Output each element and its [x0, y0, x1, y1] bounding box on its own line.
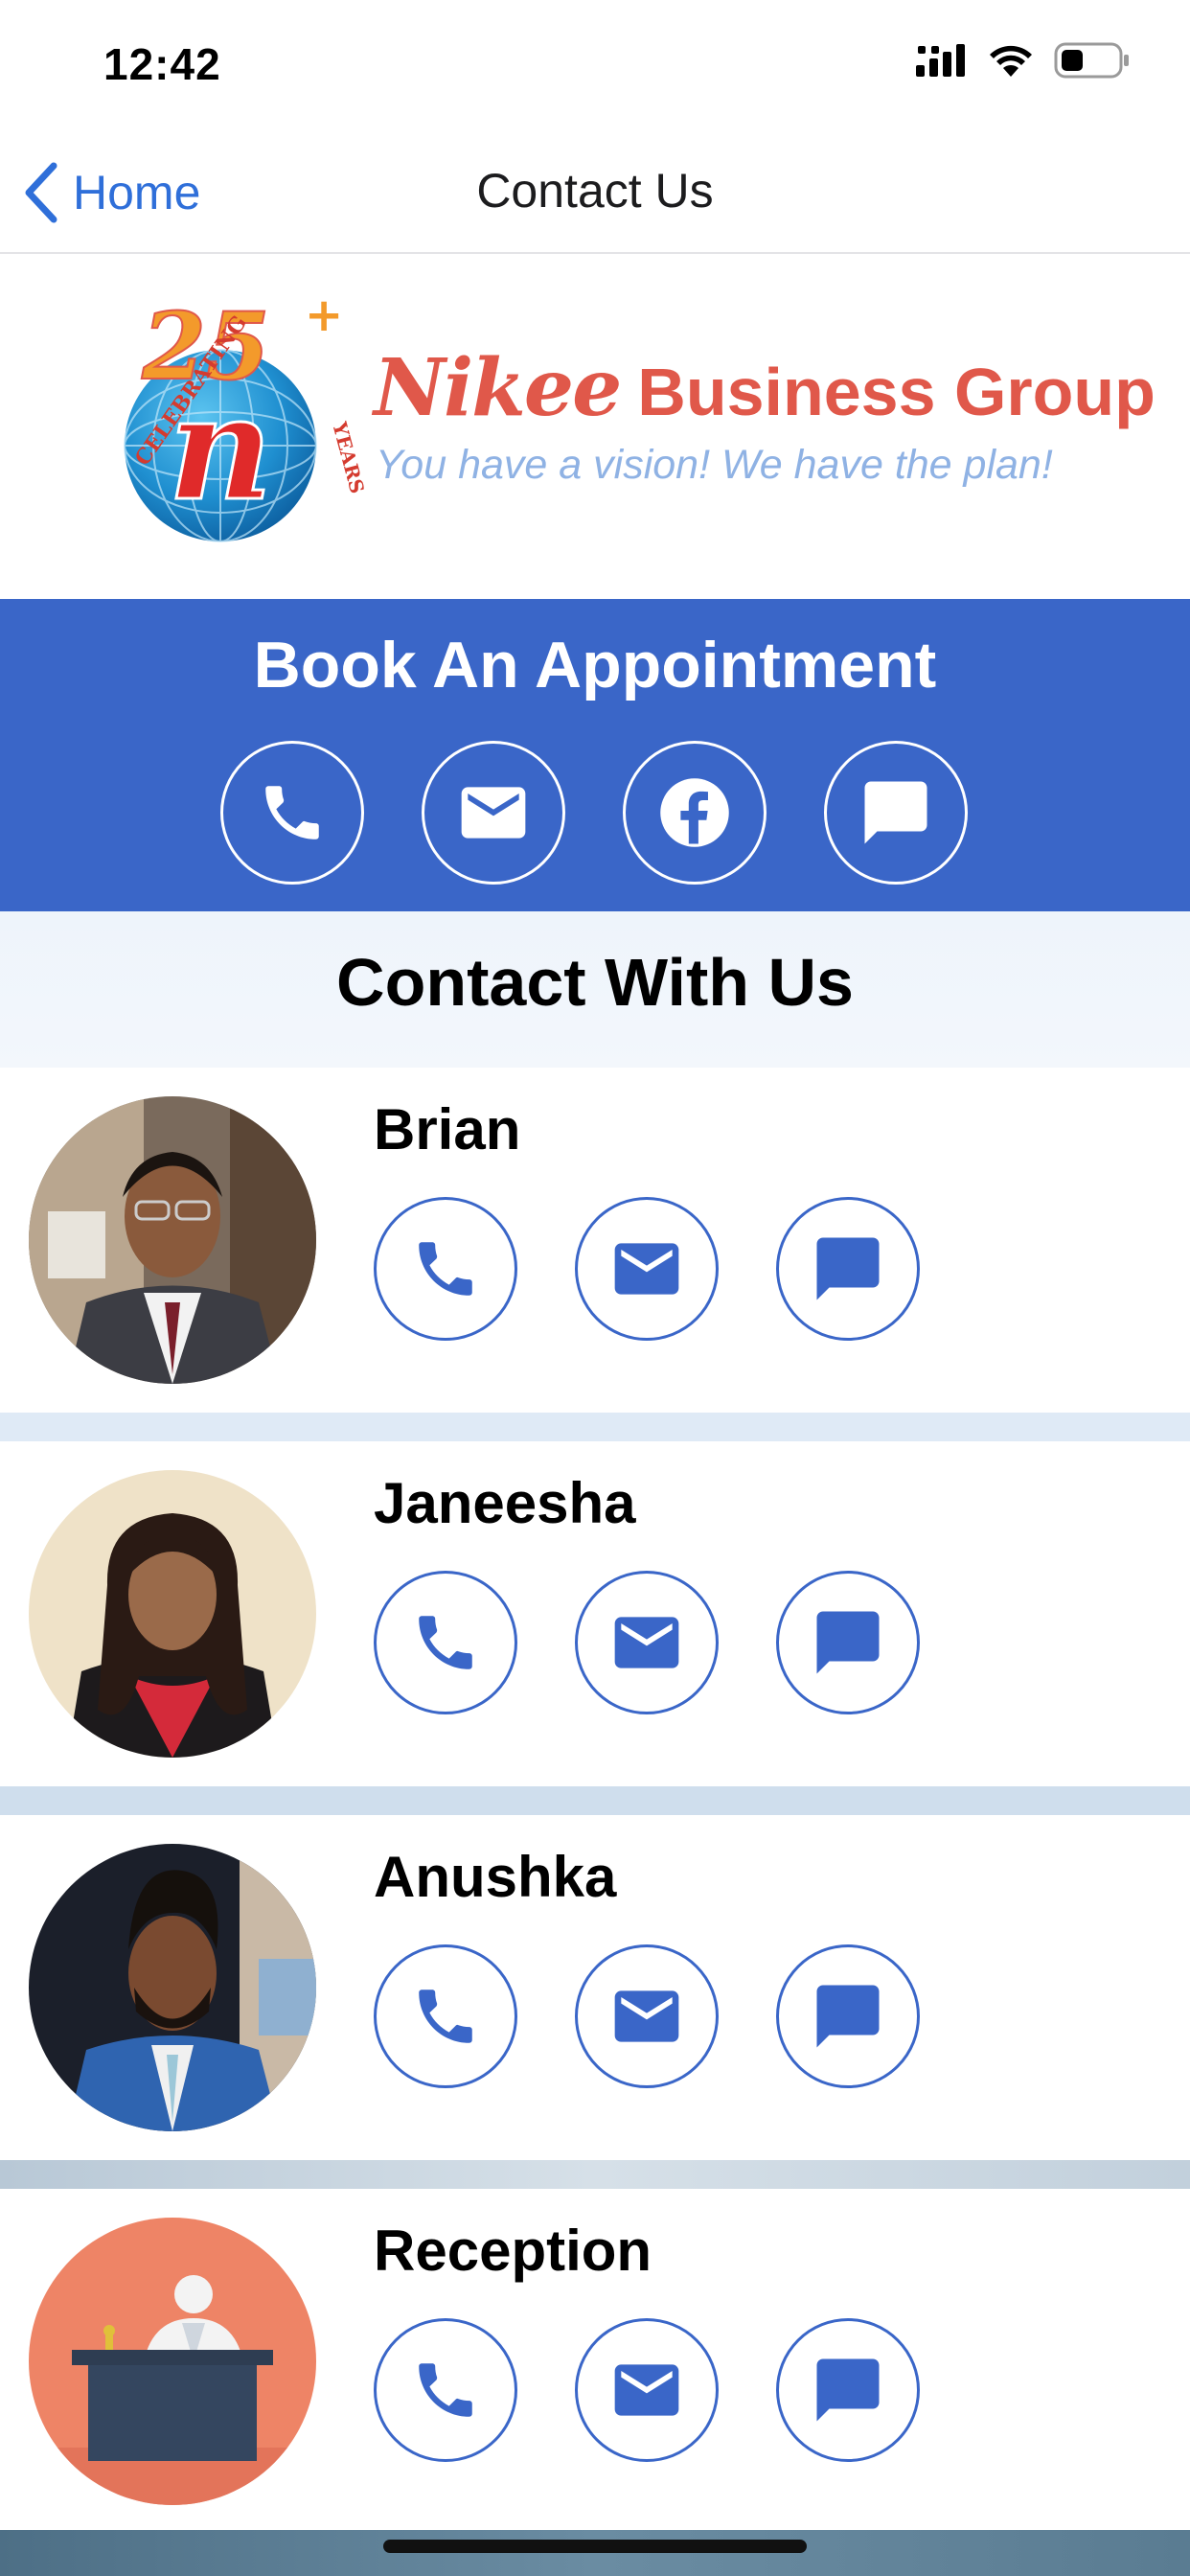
- contact-name: Brian: [374, 1097, 521, 1162]
- chat-icon: [816, 2358, 880, 2422]
- email-button[interactable]: [575, 2318, 719, 2462]
- contact-actions: [374, 1571, 920, 1714]
- appointment-section: Book An Appointment: [0, 599, 1190, 911]
- background-strip: [0, 2530, 1190, 2576]
- call-button[interactable]: [374, 2318, 517, 2462]
- cellular-signal-icon: [916, 44, 965, 77]
- person-photo: [29, 1844, 316, 2131]
- avatar-janeesha: [29, 1470, 316, 1758]
- brand-name-rest: Business Group: [637, 355, 1156, 429]
- contact-name: Anushka: [374, 1845, 617, 1909]
- contact-name: Janeesha: [374, 1471, 636, 1535]
- row-separator: [0, 2160, 1190, 2189]
- phone-icon: [419, 1616, 472, 1669]
- svg-text:YEARS: YEARS: [328, 419, 369, 496]
- email-button[interactable]: [575, 1944, 719, 2088]
- mail-icon: [461, 787, 526, 839]
- chat-icon: [816, 1611, 880, 1674]
- mail-icon: [614, 1617, 679, 1668]
- page-title: Contact Us: [476, 164, 714, 218]
- chat-icon: [864, 781, 927, 844]
- contact-name: Reception: [374, 2219, 652, 2283]
- avatar-anushka: [29, 1844, 316, 2131]
- avatar-brian: [29, 1096, 316, 1384]
- status-bar: 12:42: [0, 0, 1190, 134]
- phone-icon: [419, 1990, 472, 2043]
- appointment-title: Book An Appointment: [253, 629, 937, 702]
- person-photo: [29, 1096, 316, 1384]
- message-button[interactable]: [776, 1197, 920, 1341]
- navigation-bar: Home Contact Us: [0, 134, 1190, 254]
- contact-row-anushka: Anushka: [0, 1815, 1190, 2160]
- reception-desk-icon: [29, 2218, 316, 2505]
- contact-heading: Contact With Us: [336, 945, 854, 1020]
- email-button[interactable]: [575, 1571, 719, 1714]
- wifi-icon: [990, 45, 1032, 77]
- email-button[interactable]: [575, 1197, 719, 1341]
- contact-row-brian: Brian: [0, 1068, 1190, 1413]
- chat-icon: [816, 1985, 880, 2048]
- brand-name-script: Nikee: [374, 342, 622, 434]
- phone-icon: [419, 1242, 472, 1296]
- phone-icon: [419, 2363, 472, 2417]
- brand-text: Nikee Business Group You have a vision! …: [374, 342, 1179, 489]
- message-button[interactable]: [776, 1571, 920, 1714]
- contact-heading-section: Contact With Us: [0, 911, 1190, 1068]
- chat-icon: [816, 1237, 880, 1300]
- call-button[interactable]: [374, 1944, 517, 2088]
- battery-icon: [1054, 42, 1129, 79]
- call-button[interactable]: [374, 1571, 517, 1714]
- person-photo: [29, 1470, 316, 1758]
- contact-actions: [374, 1944, 920, 2088]
- appointment-facebook-button[interactable]: [623, 741, 767, 885]
- row-separator: [0, 1413, 1190, 1441]
- avatar-reception: [29, 2218, 316, 2505]
- contact-row-janeesha: Janeesha: [0, 1441, 1190, 1786]
- company-logo: n 25 + CELEBRATING YEARS: [124, 292, 369, 542]
- facebook-icon: [660, 778, 729, 847]
- status-icons: [916, 42, 1131, 79]
- contact-actions: [374, 1197, 920, 1341]
- mail-icon: [614, 2364, 679, 2416]
- contact-actions: [374, 2318, 920, 2462]
- message-button[interactable]: [776, 1944, 920, 2088]
- svg-text:+: +: [305, 292, 343, 342]
- message-button[interactable]: [776, 2318, 920, 2462]
- appointment-email-button[interactable]: [422, 741, 565, 885]
- brand-header: n 25 + CELEBRATING YEARS Nikee Business …: [0, 254, 1190, 599]
- home-indicator[interactable]: [383, 2540, 807, 2553]
- status-time: 12:42: [103, 39, 221, 89]
- phone-icon: [265, 786, 319, 840]
- brand-name: Nikee Business Group: [374, 342, 1179, 434]
- mail-icon: [614, 1243, 679, 1295]
- contact-row-reception: Reception: [0, 2189, 1190, 2534]
- mail-icon: [614, 1990, 679, 2042]
- appointment-buttons: [220, 741, 968, 885]
- brand-tagline: You have a vision! We have the plan!: [376, 442, 1053, 488]
- row-separator: [0, 1786, 1190, 1815]
- appointment-message-button[interactable]: [824, 741, 968, 885]
- call-button[interactable]: [374, 1197, 517, 1341]
- appointment-call-button[interactable]: [220, 741, 364, 885]
